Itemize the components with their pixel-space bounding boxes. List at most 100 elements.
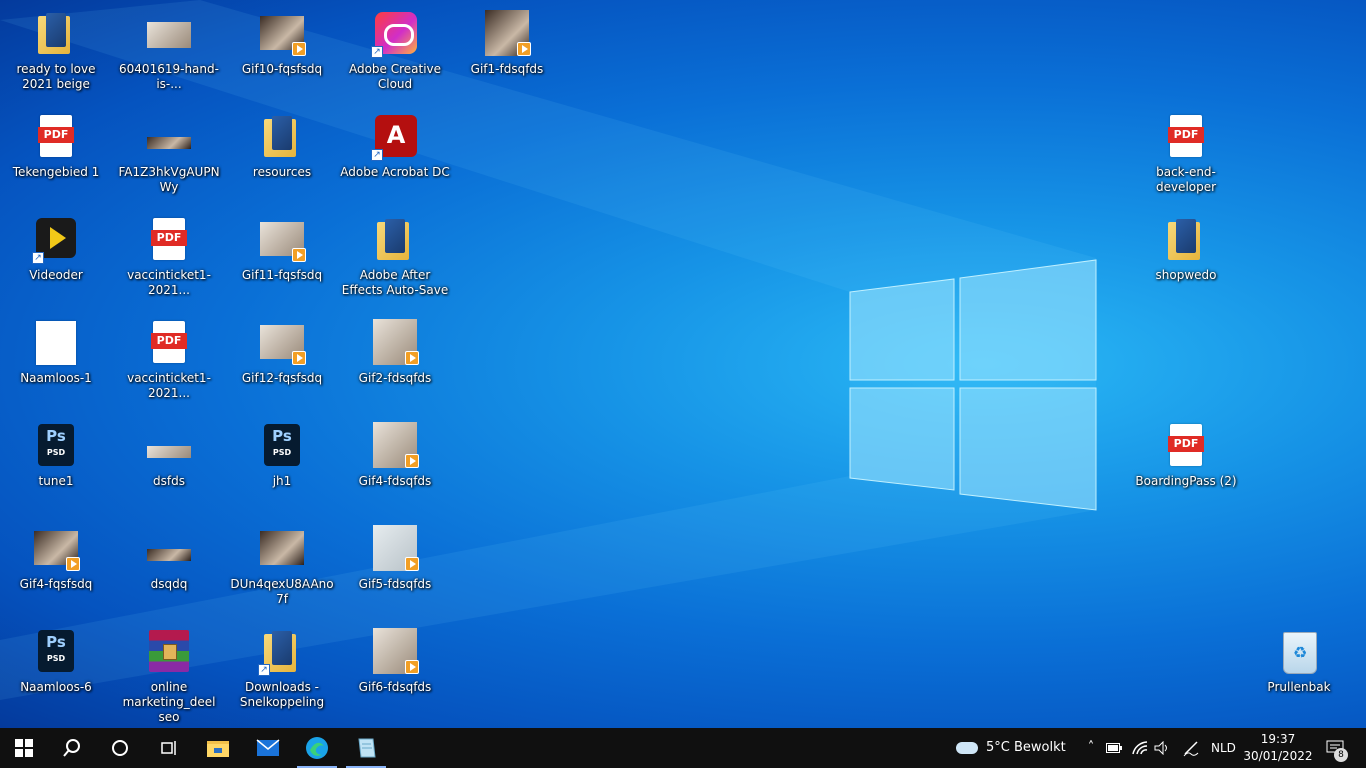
icon-label: online marketing_deel seo [122, 680, 216, 724]
icon-label: shopwedo [1155, 268, 1217, 282]
icon-label: Gif5-fdsqfds [358, 577, 432, 591]
pen-icon [1183, 740, 1199, 756]
desktop-icon-fa1z3[interactable]: FA1Z3hkVgAUPNWy [114, 107, 224, 207]
taskbar: 5°C Bewolkt ˄ NLD 19:37 30/01/2022 8 [0, 728, 1366, 768]
desktop-icon-gif4-fdsqfds[interactable]: Gif4-fdsqfds [340, 416, 450, 516]
desktop-icon-dsfds[interactable]: dsfds [114, 416, 224, 516]
desktop-icon-after-effects[interactable]: Adobe After Effects Auto-Save [340, 210, 450, 310]
action-center-button[interactable]: 8 [1320, 728, 1350, 768]
desktop-icon-tune1[interactable]: Ps PSD tune1 [1, 416, 111, 516]
icon-label: Gif10-fqsfsdq [241, 62, 323, 76]
shortcut-arrow-icon: ↗ [371, 149, 383, 161]
pdf-icon: PDF [1168, 424, 1204, 466]
icon-label: resources [252, 165, 312, 179]
desktop-icon-ready-to-love[interactable]: ready to love 2021 beige [1, 4, 111, 104]
task-view-icon [161, 741, 176, 755]
mail-button[interactable] [244, 728, 292, 768]
edge-button[interactable] [293, 728, 341, 768]
desktop-icon-vaccinticket-a[interactable]: PDF vaccinticket1-2021... [114, 210, 224, 310]
desktop-icon-gif5[interactable]: Gif5-fdsqfds [340, 519, 450, 619]
desktop[interactable]: ready to love 2021 beige PDF Tekengebied … [0, 0, 1366, 728]
wifi-icon [1132, 740, 1148, 754]
psd-icon: Ps PSD [38, 424, 74, 466]
weather-widget[interactable]: 5°C Bewolkt [956, 728, 1072, 768]
desktop-icon-acrobat[interactable]: ↗ Adobe Acrobat DC [340, 107, 450, 207]
desktop-icon-60401619[interactable]: 60401619-hand-is-... [114, 4, 224, 104]
pdf-icon: PDF [151, 321, 187, 363]
icon-label: Downloads - Snelkoppeling [239, 680, 325, 709]
desktop-icon-naamloos-6[interactable]: Ps PSD Naamloos-6 [1, 622, 111, 722]
notification-badge: 8 [1334, 748, 1348, 762]
icon-label: Adobe After Effects Auto-Save [341, 268, 449, 297]
play-badge-icon [292, 42, 306, 56]
file-explorer-button[interactable] [194, 728, 242, 768]
shortcut-arrow-icon: ↗ [371, 46, 383, 58]
battery-indicator[interactable] [1104, 728, 1124, 768]
icon-label: BoardingPass (2) [1135, 474, 1237, 488]
icon-label: dsqdq [150, 577, 188, 591]
document-icon [36, 321, 76, 365]
icon-label: Gif4-fqsfsdq [19, 577, 93, 591]
desktop-icon-gif12[interactable]: Gif12-fqsfsdq [227, 313, 337, 413]
desktop-icon-recycle-bin[interactable]: Prullenbak [1244, 622, 1354, 722]
clock[interactable]: 19:37 30/01/2022 [1238, 731, 1318, 765]
cortana-button[interactable] [96, 728, 144, 768]
desktop-icon-videoder[interactable]: ↗ Videoder [1, 210, 111, 310]
desktop-icon-back-end-developer[interactable]: PDF back-end-developer [1131, 107, 1241, 207]
desktop-icon-gif2[interactable]: Gif2-fdsqfds [340, 313, 450, 413]
play-badge-icon [405, 557, 419, 571]
play-badge-icon [292, 248, 306, 262]
winrar-icon [149, 630, 189, 672]
icon-label: back-end-developer [1155, 165, 1217, 194]
icon-label: DUn4qexU8AAno7f [230, 577, 334, 606]
icon-label: jh1 [272, 474, 292, 488]
weather-text: 5°C Bewolkt [986, 740, 1066, 755]
image-thumbnail [147, 22, 191, 48]
play-badge-icon [405, 454, 419, 468]
image-thumbnail [147, 549, 191, 561]
play-badge-icon [517, 42, 531, 56]
task-view-button[interactable] [144, 728, 192, 768]
battery-icon [1106, 742, 1122, 753]
play-badge-icon [405, 660, 419, 674]
play-badge-icon [405, 351, 419, 365]
pen-workspace-button[interactable] [1180, 728, 1202, 768]
chevron-up-icon: ˄ [1087, 740, 1095, 755]
desktop-icon-gif4-fqsfsdq[interactable]: Gif4-fqsfsdq [1, 519, 111, 619]
image-thumbnail [147, 137, 191, 149]
desktop-icon-dun4qex[interactable]: DUn4qexU8AAno7f [227, 519, 337, 619]
icon-label: Gif1-fdsqfds [470, 62, 544, 76]
desktop-icon-vaccinticket-b[interactable]: PDF vaccinticket1-2021... [114, 313, 224, 413]
show-hidden-icons-button[interactable]: ˄ [1082, 728, 1100, 768]
desktop-icon-downloads[interactable]: ↗ Downloads - Snelkoppeling [227, 622, 337, 722]
desktop-icon-creative-cloud[interactable]: ↗ Adobe Creative Cloud [340, 4, 450, 104]
desktop-icon-gif6[interactable]: Gif6-fdsqfds [340, 622, 450, 722]
network-indicator[interactable] [1130, 728, 1150, 768]
desktop-icon-resources[interactable]: resources [227, 107, 337, 207]
play-badge-icon [66, 557, 80, 571]
icon-label: Gif11-fqsfsdq [241, 268, 323, 282]
language-indicator[interactable]: NLD [1211, 728, 1239, 768]
shortcut-arrow-icon: ↗ [32, 252, 44, 264]
notepad-icon [358, 738, 376, 758]
desktop-icon-gif10[interactable]: Gif10-fqsfsdq [227, 4, 337, 104]
icon-label: Gif2-fdsqfds [358, 371, 432, 385]
desktop-icon-gif11[interactable]: Gif11-fqsfsdq [227, 210, 337, 310]
icon-label: Naamloos-6 [20, 680, 92, 694]
image-thumbnail [147, 446, 191, 458]
desktop-icon-shopwedo[interactable]: shopwedo [1131, 210, 1241, 310]
desktop-icon-jh1[interactable]: Ps PSD jh1 [227, 416, 337, 516]
desktop-icon-online-marketing[interactable]: online marketing_deel seo [114, 622, 224, 724]
volume-indicator[interactable] [1152, 728, 1172, 768]
desktop-icon-gif1[interactable]: Gif1-fdsqfds [452, 4, 562, 104]
desktop-icon-boardingpass[interactable]: PDF BoardingPass (2) [1131, 416, 1241, 516]
start-button[interactable] [0, 728, 48, 768]
desktop-icon-dsqdq[interactable]: dsqdq [114, 519, 224, 619]
folder-icon [38, 13, 70, 54]
search-button[interactable] [48, 728, 96, 768]
icon-label: tune1 [38, 474, 74, 488]
clock-time: 19:37 [1260, 732, 1296, 746]
desktop-icon-naamloos-1[interactable]: Naamloos-1 [1, 313, 111, 413]
notepad-button[interactable] [342, 728, 390, 768]
desktop-icon-tekengebied[interactable]: PDF Tekengebied 1 [1, 107, 111, 207]
